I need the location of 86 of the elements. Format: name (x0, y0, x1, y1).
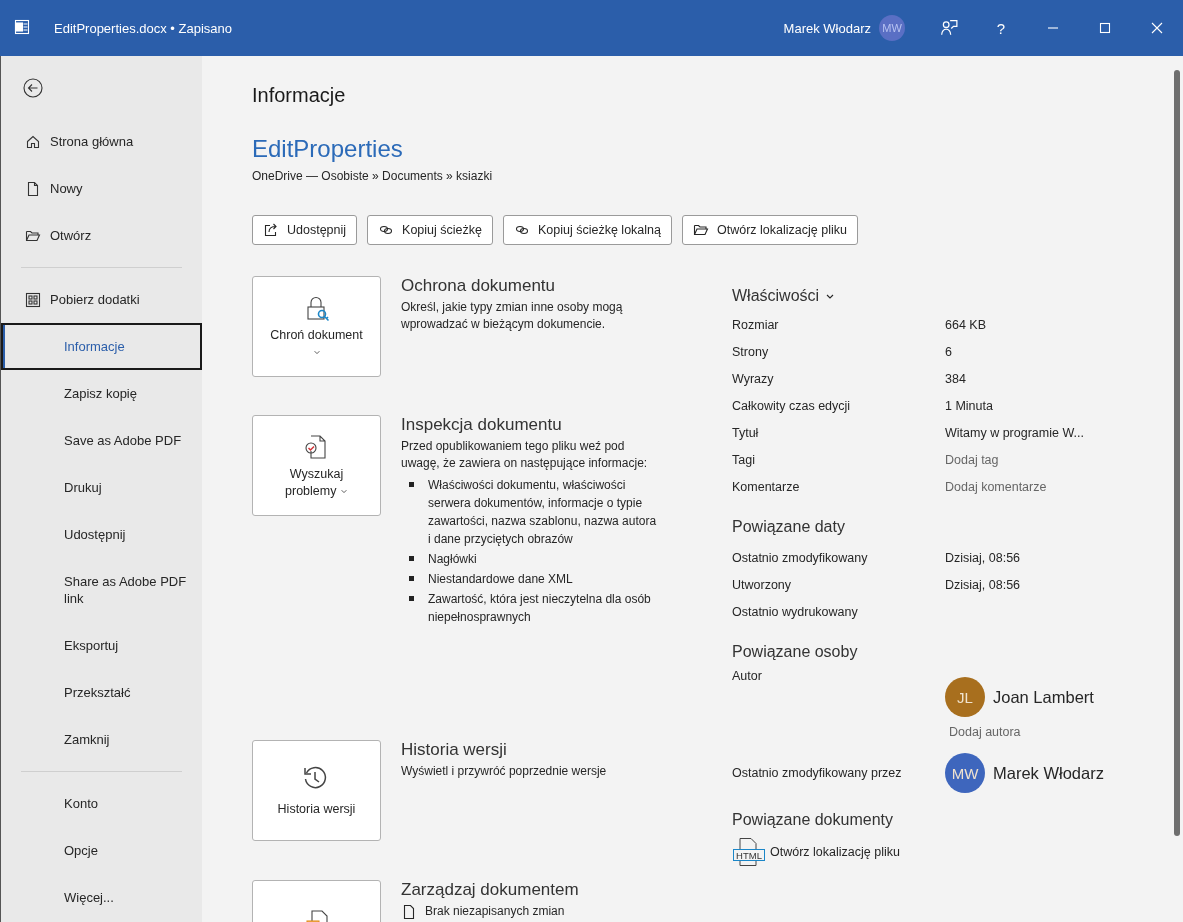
inspect-card-button[interactable]: Wyszukaj problemy (252, 415, 381, 516)
sidebar-item[interactable]: Zapisz kopię (1, 370, 202, 417)
sidebar-item[interactable]: Więcej... (1, 874, 202, 921)
sidebar-item[interactable]: Drukuj (1, 464, 202, 511)
section-description: Przed opublikowaniem tego pliku weź pod uwagę, że zawiera on następujące informacje: (401, 438, 649, 472)
document-icon (401, 903, 417, 920)
property-label: Strony (732, 344, 770, 359)
property-label: Całkowity czas edycji (732, 398, 852, 413)
window-title: EditProperties.docx • Zapisano (54, 20, 233, 36)
property-value: Dzisiaj, 08:56 (945, 550, 1021, 565)
action-button[interactable]: Udostępnij (252, 215, 358, 245)
sidebar-item[interactable]: Udostępnij (1, 511, 202, 558)
avatar: MW (945, 753, 985, 793)
sidebar-item[interactable]: Przekształć (1, 669, 202, 716)
back-icon[interactable] (23, 78, 43, 98)
person-speech-icon (940, 19, 958, 37)
property-label: Ostatnio zmodyfikowany przez (732, 766, 903, 780)
share-icon (263, 222, 279, 238)
section-heading[interactable]: Właściwości (732, 287, 820, 305)
minimize-icon (1048, 27, 1058, 29)
section-heading: Powiązane dokumenty (732, 811, 894, 829)
section-title: Historia wersji (401, 740, 508, 760)
sidebar-item[interactable]: Strona główna (1, 118, 202, 165)
section-description: Wyświetl i przywróć poprzednie wersje (401, 763, 608, 780)
property-value: Dzisiaj, 08:56 (945, 577, 1021, 592)
property-value: 664 KB (945, 317, 986, 332)
property-label: Rozmiar (732, 317, 780, 332)
person-name[interactable]: Joan Lambert (993, 687, 1094, 707)
property-label: Ostatnio wydrukowany (732, 604, 859, 619)
property-label: Komentarze (732, 479, 801, 494)
action-button[interactable]: Kopiuj ścieżkę lokalną (503, 215, 672, 245)
sidebar-item[interactable]: Pobierz dodatki (1, 276, 202, 323)
user-name: Marek Włodarz (783, 20, 871, 36)
add-author-link[interactable]: Dodaj autora (949, 725, 1094, 739)
property-label: Ostatnio zmodyfikowany (732, 550, 869, 565)
property-value[interactable]: Dodaj komentarze (945, 479, 1047, 494)
document-name: EditProperties (252, 135, 404, 163)
folder-icon (693, 222, 709, 238)
section-description: Brak niezapisanych zmian (425, 903, 565, 920)
section-heading: Powiązane osoby (732, 643, 859, 661)
list-item: Niestandardowe dane XML (409, 570, 659, 588)
action-button[interactable]: Otwórz lokalizację pliku (682, 215, 858, 245)
list-item: Nagłówki (409, 550, 659, 568)
sidebar-item[interactable]: Opcje (1, 827, 202, 874)
history-card-button[interactable]: Historia wersji (252, 740, 381, 841)
avatar: JL (945, 677, 985, 717)
document-app-icon (14, 18, 30, 35)
property-value: 6 (945, 344, 952, 359)
sidebar-item[interactable]: Share as Adobe PDF link (1, 558, 202, 622)
close-icon (1149, 20, 1165, 36)
section-description: Określ, jakie typy zmian inne osoby mogą wprowadzać w bieżącym dokumencie. (401, 299, 624, 333)
person-name[interactable]: Marek Włodarz (993, 763, 1104, 783)
section-title: Zarządzaj dokumentem (401, 880, 580, 900)
property-label: Utworzony (732, 577, 793, 592)
sidebar-item[interactable]: Nowy (1, 165, 202, 212)
section-title: Ochrona dokumentu (401, 276, 557, 296)
sidebar-item[interactable]: Zamknij (1, 716, 202, 763)
property-value[interactable]: Dodaj tag (945, 452, 999, 467)
page-heading: Informacje (252, 84, 347, 107)
section-heading: Powiązane daty (732, 518, 846, 536)
sidebar-item[interactable]: Konto (1, 780, 202, 827)
property-label: Autor (732, 669, 763, 685)
maximize-icon (1097, 20, 1113, 36)
protect-card-button[interactable]: Chroń dokument (252, 276, 381, 377)
section-title: Inspekcja dokumentu (401, 415, 563, 435)
sidebar-item[interactable]: Informacje (1, 323, 202, 370)
document-path: OneDrive — Osobiste » Documents » ksiazki (252, 169, 494, 183)
property-value: 384 (945, 371, 966, 386)
open-location-link[interactable]: Otwórz lokalizację pliku (770, 845, 900, 859)
help-button[interactable]: ? (975, 0, 1027, 56)
sidebar-item[interactable]: Otwórz (1, 212, 202, 259)
action-button[interactable]: Kopiuj ścieżkę (367, 215, 493, 245)
property-label: Tytuł (732, 425, 760, 440)
sidebar-item[interactable]: Save as Adobe PDF (1, 417, 202, 464)
manage-card-button[interactable] (252, 880, 381, 922)
list-item: Właściwości dokumentu, właściwości serwera dokumentów, informacje o typie zawartości, nazwa szablonu, nazwa autora i dane przyciętych obrazów (409, 476, 659, 548)
home-icon (25, 133, 41, 150)
scrollbar-thumb[interactable] (1174, 70, 1180, 836)
sidebar-item[interactable]: Eksportuj (1, 622, 202, 669)
add-ins-icon (25, 291, 41, 308)
property-value: 1 Minuta (945, 398, 993, 413)
list-item: Zawartość, która jest nieczytelna dla osób niepełnosprawnych (409, 590, 659, 626)
document-icon (25, 180, 41, 197)
property-label: Wyrazy (732, 371, 775, 386)
property-value: Witamy w programie W... (945, 425, 1084, 440)
property-label: Tagi (732, 452, 756, 467)
